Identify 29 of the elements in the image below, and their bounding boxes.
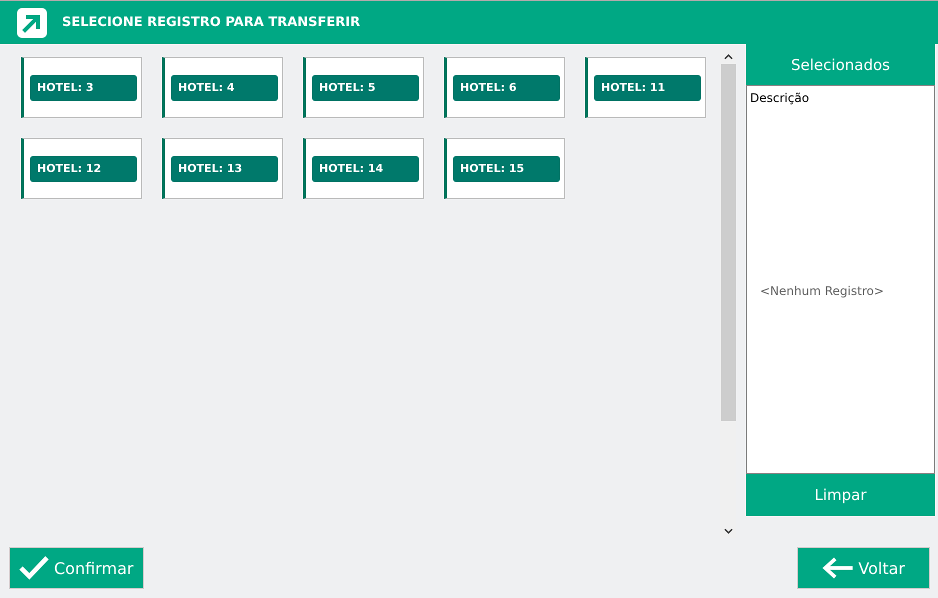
confirm-button[interactable]: Confirmar <box>9 547 144 589</box>
record-card[interactable]: HOTEL: 6 <box>444 57 565 118</box>
record-label: HOTEL: 12 <box>30 156 137 182</box>
left-arrow-icon <box>822 557 854 579</box>
record-card[interactable]: HOTEL: 11 <box>585 57 706 118</box>
record-card[interactable]: HOTEL: 15 <box>444 138 565 199</box>
window-title: SELECIONE REGISTRO PARA TRANSFERIR <box>62 15 360 30</box>
clear-button[interactable]: Limpar <box>746 474 935 516</box>
record-card[interactable]: HOTEL: 13 <box>162 138 283 199</box>
record-label: HOTEL: 5 <box>312 74 419 100</box>
chevron-down-icon[interactable] <box>724 528 732 534</box>
back-button[interactable]: Voltar <box>797 547 930 589</box>
record-card[interactable]: HOTEL: 12 <box>21 138 142 199</box>
record-label: HOTEL: 14 <box>312 156 419 182</box>
record-label: HOTEL: 4 <box>171 74 278 100</box>
record-card[interactable]: HOTEL: 3 <box>21 57 142 118</box>
record-label: HOTEL: 3 <box>30 74 137 100</box>
empty-message: <Nenhum Registro> <box>760 284 884 298</box>
column-header: Descrição <box>750 91 810 105</box>
chevron-up-icon[interactable] <box>724 54 732 60</box>
record-card[interactable]: HOTEL: 4 <box>162 57 283 118</box>
record-label: HOTEL: 15 <box>453 156 560 182</box>
record-card[interactable]: HOTEL: 14 <box>303 138 424 199</box>
check-icon <box>18 555 50 581</box>
record-label: HOTEL: 6 <box>453 74 560 100</box>
panel-header: Selecionados <box>746 44 935 85</box>
record-card[interactable]: HOTEL: 5 <box>303 57 424 118</box>
record-label: HOTEL: 13 <box>171 156 278 182</box>
record-label: HOTEL: 11 <box>594 74 701 100</box>
